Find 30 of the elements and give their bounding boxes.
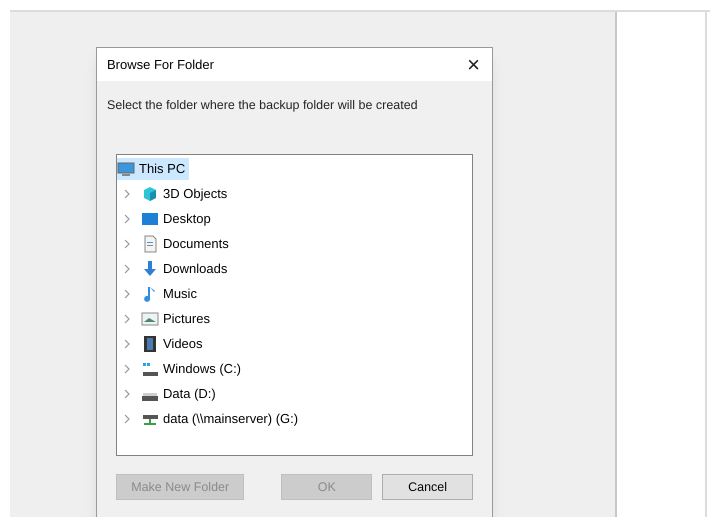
chevron-right-icon[interactable] [123, 264, 131, 274]
chevron-right-icon[interactable] [123, 188, 131, 198]
chevron-right-icon[interactable] [123, 338, 131, 348]
film-icon [141, 334, 159, 352]
picture-icon [141, 310, 159, 328]
down-arrow-icon [141, 260, 159, 278]
chevron-right-icon[interactable] [123, 238, 131, 248]
close-button[interactable]: × [467, 54, 480, 76]
dialog-button[interactable]: Cancel [382, 474, 473, 500]
tree-item[interactable]: data (\\mainserver) (G:) [141, 408, 302, 430]
tree-item[interactable]: Music [141, 282, 201, 304]
tree-item[interactable]: This PC [117, 158, 190, 180]
cube-icon [141, 184, 159, 202]
tree-item[interactable]: Desktop [141, 208, 215, 230]
chevron-right-icon[interactable] [123, 364, 131, 374]
tree-item[interactable]: Downloads [141, 258, 232, 280]
chevron-right-icon[interactable] [123, 288, 131, 298]
chevron-right-icon[interactable] [123, 388, 131, 398]
tree-item[interactable]: Documents [141, 232, 233, 254]
tree-item[interactable]: Videos [141, 332, 207, 354]
tree-item[interactable]: Windows (C:) [141, 358, 246, 380]
chevron-right-icon[interactable] [123, 414, 131, 424]
tree-item[interactable]: Data (D:) [141, 382, 220, 404]
chevron-right-icon[interactable] [123, 214, 131, 224]
tree-item[interactable]: 3D Objects [141, 182, 232, 204]
chevron-right-icon[interactable] [123, 314, 131, 324]
window-title: Browse For Folder [107, 56, 214, 74]
drive-icon [141, 392, 159, 400]
prompt-text: Select the folder where the backup folder will be created [107, 98, 418, 112]
tree-item[interactable]: Pictures [141, 308, 214, 330]
